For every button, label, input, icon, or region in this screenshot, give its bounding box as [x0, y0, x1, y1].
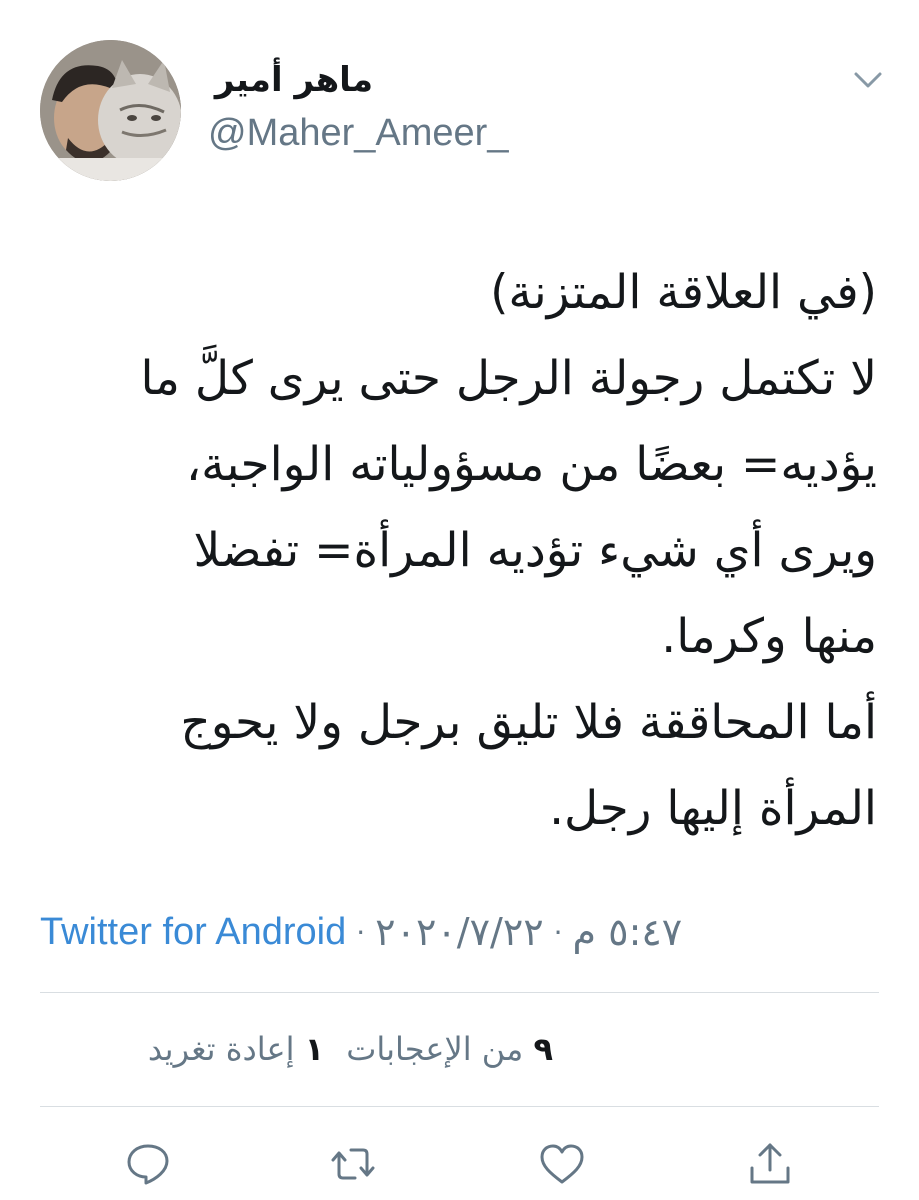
tweet-line: المرأة إليها رجل. [549, 781, 877, 836]
tweet-stats: ٩ من الإعجابات ١ إعادة تغريد [148, 1030, 553, 1068]
likes-count: ٩ [533, 1030, 553, 1068]
chevron-down-icon[interactable] [850, 62, 886, 98]
retweets-stat[interactable]: ١ إعادة تغريد [148, 1030, 324, 1068]
tweet-text: (في العلاقة المتزنة) لا تكتمل رجولة الرج… [27, 250, 877, 852]
tweet-time: ٥:٤٧ م [572, 910, 683, 954]
tweet-line: يؤديه= بعضًا من مسؤولياته الواجبة، [185, 437, 877, 492]
reply-icon [127, 1144, 169, 1185]
retweet-icon [331, 1148, 375, 1180]
reply-button[interactable] [124, 1140, 172, 1188]
tweet-line: لا تكتمل رجولة الرجل حتى يرى كلَّ ما [140, 351, 877, 406]
tweet-meta: Twitter for Android · ٢٠٢٠/٧/٢٢ · ٥:٤٧ م [40, 904, 682, 960]
tweet-date: ٢٠٢٠/٧/٢٢ [375, 910, 544, 954]
tweet-line: ويرى أي شيء تؤديه المرأة= تفضلا [193, 523, 877, 578]
divider [40, 992, 879, 993]
retweet-button[interactable] [329, 1140, 377, 1188]
tweet-line: (في العلاقة المتزنة) [490, 265, 877, 320]
heart-icon [540, 1144, 584, 1184]
divider [40, 1106, 879, 1107]
likes-label: من الإعجابات [346, 1030, 524, 1068]
tweet-header: ماهر أمير @Maher_Ameer_ [0, 0, 919, 200]
meta-separator: · [356, 915, 366, 949]
like-button[interactable] [538, 1140, 586, 1188]
meta-separator: · [553, 915, 563, 949]
avatar[interactable] [40, 40, 181, 181]
tweet-line: منها وكرما. [661, 609, 877, 664]
retweets-count: ١ [304, 1030, 325, 1068]
likes-stat[interactable]: ٩ من الإعجابات [346, 1030, 553, 1068]
tweet-source-link[interactable]: Twitter for Android [40, 911, 346, 954]
retweets-label: إعادة تغريد [147, 1030, 295, 1068]
share-button[interactable] [746, 1140, 794, 1188]
tweet-line: أما المحاققة فلا تليق برجل ولا يحوج [180, 695, 877, 750]
share-icon [750, 1143, 790, 1184]
user-display-name[interactable]: ماهر أمير [215, 60, 373, 100]
user-handle[interactable]: @Maher_Ameer_ [208, 112, 508, 155]
